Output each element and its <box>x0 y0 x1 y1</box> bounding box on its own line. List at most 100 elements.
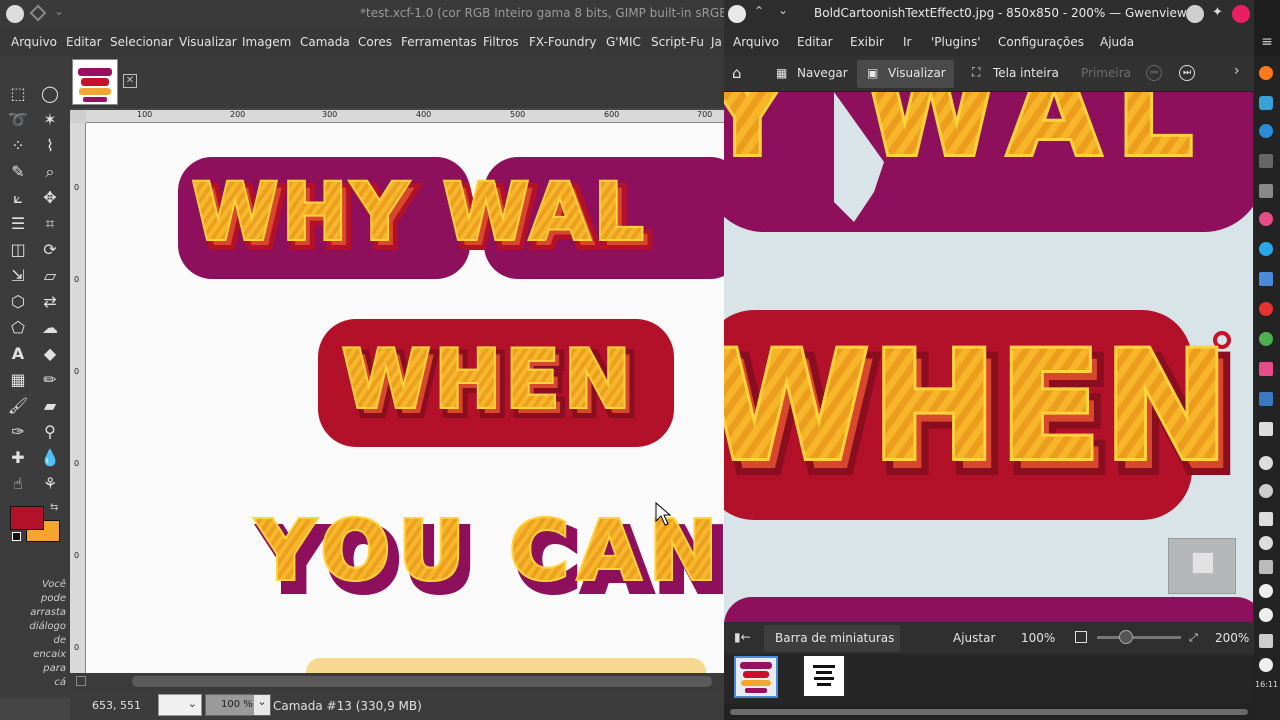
telegram-icon[interactable] <box>1259 124 1273 138</box>
show-desktop-icon[interactable] <box>1259 658 1273 672</box>
close-tab-icon[interactable]: ✕ <box>123 74 137 88</box>
thumbnail-item[interactable] <box>804 656 844 696</box>
blur-icon[interactable]: ⚘ <box>38 472 62 496</box>
pause-icon[interactable] <box>1259 584 1273 598</box>
scrollbar-thumb[interactable] <box>132 676 712 687</box>
pencil-icon[interactable]: ✏ <box>38 368 62 392</box>
swap-colors-icon[interactable]: ⇆ <box>50 502 58 513</box>
stop-record-icon[interactable] <box>1232 5 1250 23</box>
previous-icon[interactable]: ⏮ <box>1146 65 1162 81</box>
panel-clock[interactable]: 16:11 <box>1255 680 1278 689</box>
align-icon[interactable]: ☰ <box>6 212 30 236</box>
zoom-in-icon[interactable]: ⤢ <box>1189 631 1201 644</box>
gimp-menu-editar[interactable]: Editar <box>66 35 102 49</box>
thumbnail-scrollbar[interactable] <box>724 704 1254 720</box>
ellipse-select-icon[interactable]: ◯ <box>38 82 62 106</box>
unit-select[interactable]: ⌄ <box>158 694 202 716</box>
fullscreen-icon[interactable]: ⛶ <box>972 65 986 79</box>
foreground-select-icon[interactable]: ⁘ <box>6 134 30 158</box>
app-magenta-icon[interactable] <box>1259 362 1273 376</box>
gimp-menu-imagem[interactable]: Imagem <box>242 35 291 49</box>
zoom-navigator-viewport[interactable] <box>1192 552 1214 574</box>
gimp-menu-janelas[interactable]: Ja <box>711 35 722 49</box>
clone-icon[interactable]: ⚲ <box>38 420 62 444</box>
lasso-icon[interactable]: ➰ <box>6 108 30 132</box>
network-icon[interactable] <box>1259 484 1273 498</box>
gwen-menu-editar[interactable]: Editar <box>797 35 833 49</box>
next-icon[interactable]: ⏭ <box>1179 65 1195 81</box>
zoom-fit-icon[interactable] <box>1075 631 1087 643</box>
files-icon[interactable] <box>1259 272 1273 286</box>
gwen-menu-plugins[interactable]: 'Plugins' <box>931 35 981 49</box>
document-icon[interactable] <box>1259 422 1273 436</box>
gradient-icon[interactable]: ▦ <box>6 368 30 392</box>
zoom-slider[interactable] <box>1097 630 1181 644</box>
canvas-horizontal-scrollbar[interactable] <box>70 673 724 691</box>
keep-above-icon[interactable] <box>1186 5 1204 23</box>
terminal-icon[interactable] <box>1259 184 1273 198</box>
browse-icon[interactable]: ▦ <box>776 66 790 80</box>
foreground-color-swatch[interactable] <box>10 506 44 530</box>
crop-icon[interactable]: ⌗ <box>38 212 62 236</box>
app-blue-icon[interactable] <box>1259 242 1273 256</box>
shear-icon[interactable]: ▱ <box>38 264 62 288</box>
gimp-menu-arquivo[interactable]: Arquivo <box>11 35 57 49</box>
fit-button[interactable]: Ajustar <box>953 631 995 645</box>
zoom-100-button[interactable]: 100% <box>1021 631 1055 645</box>
dodge-burn-icon[interactable]: 💧 <box>38 446 62 470</box>
gimp-menu-camada[interactable]: Camada <box>300 35 350 49</box>
gimp-menu-fx-foundry[interactable]: FX-Foundry <box>529 35 597 49</box>
perspective-icon[interactable]: ⬡ <box>6 290 30 314</box>
scrollbar-thumb[interactable] <box>730 709 1248 715</box>
app-green-icon[interactable] <box>1259 332 1273 346</box>
color-picker-icon[interactable]: ✎ <box>6 160 30 184</box>
paths-icon[interactable]: ⌇ <box>38 134 62 158</box>
gimp-menu-script-fu[interactable]: Script-Fu <box>651 35 704 49</box>
gwen-menu-ir[interactable]: Ir <box>903 35 911 49</box>
gimp-menu-gmic[interactable]: G'MIC <box>606 35 641 49</box>
gimp-menu-selecionar[interactable]: Selecionar <box>110 35 173 49</box>
gimp-menu-filtros[interactable]: Filtros <box>483 35 519 49</box>
move-icon[interactable]: ✥ <box>38 186 62 210</box>
unified-transform-icon[interactable]: ◫ <box>6 238 30 262</box>
more-chevron-icon[interactable]: › <box>1234 63 1240 79</box>
app-icon[interactable] <box>1259 96 1273 110</box>
measure-icon[interactable]: ⟀ <box>6 186 30 210</box>
flip-icon[interactable]: ⇄ <box>38 290 62 314</box>
battery-icon[interactable] <box>1259 634 1273 648</box>
gwenview-close-icon[interactable] <box>728 5 746 23</box>
power-icon[interactable] <box>1259 608 1273 622</box>
sidebar-toggle-icon[interactable]: ▮← <box>734 630 751 644</box>
navigate-icon[interactable] <box>76 676 86 686</box>
airbrush-icon[interactable]: ✑ <box>6 420 30 444</box>
app-pink-icon[interactable] <box>1259 212 1273 226</box>
warp-transform-icon[interactable]: ☁ <box>38 316 62 340</box>
heal-icon[interactable]: ✚ <box>6 446 30 470</box>
chevron-up-icon[interactable]: ⌃ <box>754 4 764 18</box>
text-tool-icon[interactable]: A <box>6 342 30 366</box>
zoom-200-value[interactable]: 200% <box>1215 631 1249 645</box>
updates-icon[interactable] <box>1259 536 1273 550</box>
gimp-close-icon[interactable] <box>6 5 24 23</box>
default-colors-icon[interactable] <box>12 532 21 541</box>
gimp-menu-ferramentas[interactable]: Ferramentas <box>401 35 477 49</box>
gimp-menu-cores[interactable]: Cores <box>358 35 392 49</box>
scale-icon[interactable]: ⇲ <box>6 264 30 288</box>
paintbrush-icon[interactable]: 🖌 <box>6 394 30 418</box>
cage-transform-icon[interactable]: ⬠ <box>6 316 30 340</box>
app-red-icon[interactable] <box>1259 302 1273 316</box>
zoom-icon[interactable]: ⌕ <box>38 160 62 184</box>
thumbnail-item[interactable] <box>734 656 778 698</box>
eraser-icon[interactable]: ▰ <box>38 394 62 418</box>
rotate-icon[interactable]: ⟳ <box>38 238 62 262</box>
clipboard-icon[interactable] <box>1259 512 1273 526</box>
gwen-menu-exibir[interactable]: Exibir <box>850 35 884 49</box>
rect-select-icon[interactable]: ⬚ <box>6 82 30 106</box>
gwen-menu-configuracoes[interactable]: Configurações <box>998 35 1084 49</box>
navegar-button[interactable]: Navegar <box>797 66 848 80</box>
gwenview-task-icon[interactable] <box>1259 392 1273 406</box>
smudge-icon[interactable]: ☝ <box>6 472 30 496</box>
gimp-chevron-down-icon[interactable]: ⌄ <box>54 4 64 18</box>
bucket-fill-icon[interactable]: ◆ <box>38 342 62 366</box>
audio-icon[interactable] <box>1259 456 1273 470</box>
